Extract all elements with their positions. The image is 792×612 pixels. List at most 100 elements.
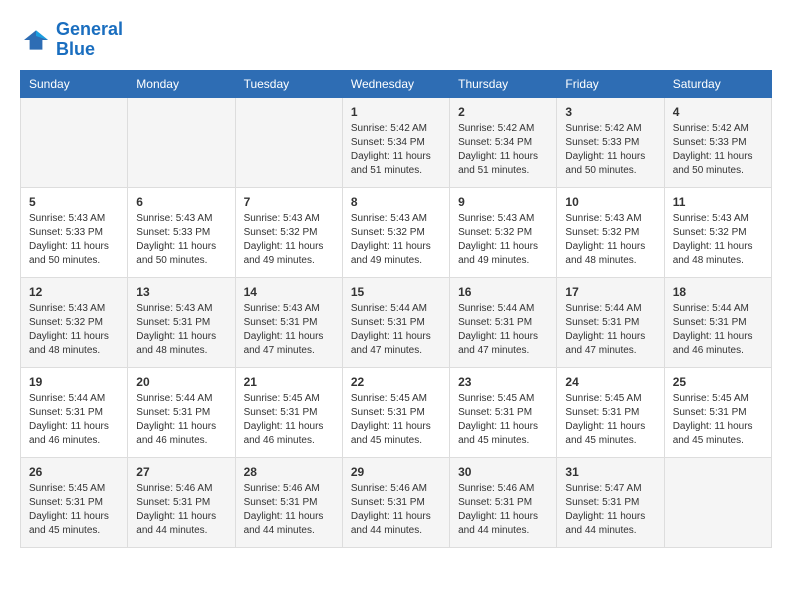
calendar-cell: 25Sunrise: 5:45 AM Sunset: 5:31 PM Dayli… bbox=[664, 367, 771, 457]
day-number: 13 bbox=[136, 284, 226, 301]
cell-info: Sunrise: 5:46 AM Sunset: 5:31 PM Dayligh… bbox=[351, 482, 441, 538]
day-number: 14 bbox=[244, 284, 334, 301]
cell-info: Sunrise: 5:43 AM Sunset: 5:32 PM Dayligh… bbox=[673, 212, 763, 268]
header-thursday: Thursday bbox=[450, 70, 557, 97]
day-number: 1 bbox=[351, 104, 441, 121]
calendar-cell bbox=[235, 97, 342, 187]
cell-info: Sunrise: 5:43 AM Sunset: 5:31 PM Dayligh… bbox=[136, 302, 226, 358]
cell-info: Sunrise: 5:44 AM Sunset: 5:31 PM Dayligh… bbox=[458, 302, 548, 358]
day-number: 28 bbox=[244, 464, 334, 481]
day-number: 7 bbox=[244, 194, 334, 211]
header-monday: Monday bbox=[128, 70, 235, 97]
calendar-cell: 5Sunrise: 5:43 AM Sunset: 5:33 PM Daylig… bbox=[21, 187, 128, 277]
calendar-cell: 16Sunrise: 5:44 AM Sunset: 5:31 PM Dayli… bbox=[450, 277, 557, 367]
calendar-header-row: SundayMondayTuesdayWednesdayThursdayFrid… bbox=[21, 70, 772, 97]
cell-info: Sunrise: 5:46 AM Sunset: 5:31 PM Dayligh… bbox=[458, 482, 548, 538]
header-saturday: Saturday bbox=[664, 70, 771, 97]
cell-info: Sunrise: 5:44 AM Sunset: 5:31 PM Dayligh… bbox=[351, 302, 441, 358]
day-number: 20 bbox=[136, 374, 226, 391]
calendar-table: SundayMondayTuesdayWednesdayThursdayFrid… bbox=[20, 70, 772, 548]
day-number: 12 bbox=[29, 284, 119, 301]
calendar-cell: 28Sunrise: 5:46 AM Sunset: 5:31 PM Dayli… bbox=[235, 457, 342, 547]
cell-info: Sunrise: 5:45 AM Sunset: 5:31 PM Dayligh… bbox=[351, 392, 441, 448]
week-row-5: 26Sunrise: 5:45 AM Sunset: 5:31 PM Dayli… bbox=[21, 457, 772, 547]
calendar-cell: 2Sunrise: 5:42 AM Sunset: 5:34 PM Daylig… bbox=[450, 97, 557, 187]
cell-info: Sunrise: 5:44 AM Sunset: 5:31 PM Dayligh… bbox=[29, 392, 119, 448]
day-number: 26 bbox=[29, 464, 119, 481]
cell-info: Sunrise: 5:44 AM Sunset: 5:31 PM Dayligh… bbox=[673, 302, 763, 358]
calendar-cell: 20Sunrise: 5:44 AM Sunset: 5:31 PM Dayli… bbox=[128, 367, 235, 457]
calendar-cell bbox=[128, 97, 235, 187]
day-number: 9 bbox=[458, 194, 548, 211]
calendar-cell: 3Sunrise: 5:42 AM Sunset: 5:33 PM Daylig… bbox=[557, 97, 664, 187]
day-number: 30 bbox=[458, 464, 548, 481]
day-number: 23 bbox=[458, 374, 548, 391]
calendar-cell: 26Sunrise: 5:45 AM Sunset: 5:31 PM Dayli… bbox=[21, 457, 128, 547]
calendar-cell: 4Sunrise: 5:42 AM Sunset: 5:33 PM Daylig… bbox=[664, 97, 771, 187]
calendar-cell: 29Sunrise: 5:46 AM Sunset: 5:31 PM Dayli… bbox=[342, 457, 449, 547]
week-row-4: 19Sunrise: 5:44 AM Sunset: 5:31 PM Dayli… bbox=[21, 367, 772, 457]
calendar-cell: 18Sunrise: 5:44 AM Sunset: 5:31 PM Dayli… bbox=[664, 277, 771, 367]
cell-info: Sunrise: 5:47 AM Sunset: 5:31 PM Dayligh… bbox=[565, 482, 655, 538]
cell-info: Sunrise: 5:43 AM Sunset: 5:33 PM Dayligh… bbox=[136, 212, 226, 268]
week-row-3: 12Sunrise: 5:43 AM Sunset: 5:32 PM Dayli… bbox=[21, 277, 772, 367]
calendar-cell bbox=[664, 457, 771, 547]
day-number: 6 bbox=[136, 194, 226, 211]
cell-info: Sunrise: 5:45 AM Sunset: 5:31 PM Dayligh… bbox=[29, 482, 119, 538]
day-number: 24 bbox=[565, 374, 655, 391]
day-number: 22 bbox=[351, 374, 441, 391]
calendar-cell bbox=[21, 97, 128, 187]
calendar-cell: 8Sunrise: 5:43 AM Sunset: 5:32 PM Daylig… bbox=[342, 187, 449, 277]
calendar-cell: 9Sunrise: 5:43 AM Sunset: 5:32 PM Daylig… bbox=[450, 187, 557, 277]
calendar-cell: 7Sunrise: 5:43 AM Sunset: 5:32 PM Daylig… bbox=[235, 187, 342, 277]
header-wednesday: Wednesday bbox=[342, 70, 449, 97]
calendar-cell: 30Sunrise: 5:46 AM Sunset: 5:31 PM Dayli… bbox=[450, 457, 557, 547]
week-row-2: 5Sunrise: 5:43 AM Sunset: 5:33 PM Daylig… bbox=[21, 187, 772, 277]
day-number: 2 bbox=[458, 104, 548, 121]
calendar-cell: 27Sunrise: 5:46 AM Sunset: 5:31 PM Dayli… bbox=[128, 457, 235, 547]
cell-info: Sunrise: 5:42 AM Sunset: 5:34 PM Dayligh… bbox=[458, 122, 548, 178]
day-number: 16 bbox=[458, 284, 548, 301]
cell-info: Sunrise: 5:44 AM Sunset: 5:31 PM Dayligh… bbox=[136, 392, 226, 448]
calendar-cell: 10Sunrise: 5:43 AM Sunset: 5:32 PM Dayli… bbox=[557, 187, 664, 277]
calendar-cell: 31Sunrise: 5:47 AM Sunset: 5:31 PM Dayli… bbox=[557, 457, 664, 547]
logo-icon bbox=[20, 24, 52, 56]
cell-info: Sunrise: 5:45 AM Sunset: 5:31 PM Dayligh… bbox=[673, 392, 763, 448]
week-row-1: 1Sunrise: 5:42 AM Sunset: 5:34 PM Daylig… bbox=[21, 97, 772, 187]
header-tuesday: Tuesday bbox=[235, 70, 342, 97]
day-number: 4 bbox=[673, 104, 763, 121]
cell-info: Sunrise: 5:42 AM Sunset: 5:34 PM Dayligh… bbox=[351, 122, 441, 178]
calendar-cell: 19Sunrise: 5:44 AM Sunset: 5:31 PM Dayli… bbox=[21, 367, 128, 457]
calendar-cell: 13Sunrise: 5:43 AM Sunset: 5:31 PM Dayli… bbox=[128, 277, 235, 367]
calendar-cell: 24Sunrise: 5:45 AM Sunset: 5:31 PM Dayli… bbox=[557, 367, 664, 457]
header-friday: Friday bbox=[557, 70, 664, 97]
day-number: 29 bbox=[351, 464, 441, 481]
cell-info: Sunrise: 5:43 AM Sunset: 5:32 PM Dayligh… bbox=[565, 212, 655, 268]
day-number: 27 bbox=[136, 464, 226, 481]
calendar-cell: 21Sunrise: 5:45 AM Sunset: 5:31 PM Dayli… bbox=[235, 367, 342, 457]
cell-info: Sunrise: 5:43 AM Sunset: 5:32 PM Dayligh… bbox=[458, 212, 548, 268]
cell-info: Sunrise: 5:46 AM Sunset: 5:31 PM Dayligh… bbox=[244, 482, 334, 538]
cell-info: Sunrise: 5:43 AM Sunset: 5:33 PM Dayligh… bbox=[29, 212, 119, 268]
cell-info: Sunrise: 5:43 AM Sunset: 5:31 PM Dayligh… bbox=[244, 302, 334, 358]
calendar-cell: 6Sunrise: 5:43 AM Sunset: 5:33 PM Daylig… bbox=[128, 187, 235, 277]
day-number: 8 bbox=[351, 194, 441, 211]
day-number: 10 bbox=[565, 194, 655, 211]
calendar-cell: 17Sunrise: 5:44 AM Sunset: 5:31 PM Dayli… bbox=[557, 277, 664, 367]
calendar-cell: 11Sunrise: 5:43 AM Sunset: 5:32 PM Dayli… bbox=[664, 187, 771, 277]
page-header: GeneralBlue bbox=[20, 20, 772, 60]
logo-text: GeneralBlue bbox=[56, 20, 123, 60]
day-number: 19 bbox=[29, 374, 119, 391]
cell-info: Sunrise: 5:43 AM Sunset: 5:32 PM Dayligh… bbox=[351, 212, 441, 268]
calendar-cell: 1Sunrise: 5:42 AM Sunset: 5:34 PM Daylig… bbox=[342, 97, 449, 187]
cell-info: Sunrise: 5:43 AM Sunset: 5:32 PM Dayligh… bbox=[244, 212, 334, 268]
day-number: 17 bbox=[565, 284, 655, 301]
logo: GeneralBlue bbox=[20, 20, 123, 60]
cell-info: Sunrise: 5:44 AM Sunset: 5:31 PM Dayligh… bbox=[565, 302, 655, 358]
day-number: 18 bbox=[673, 284, 763, 301]
calendar-cell: 12Sunrise: 5:43 AM Sunset: 5:32 PM Dayli… bbox=[21, 277, 128, 367]
cell-info: Sunrise: 5:45 AM Sunset: 5:31 PM Dayligh… bbox=[244, 392, 334, 448]
cell-info: Sunrise: 5:42 AM Sunset: 5:33 PM Dayligh… bbox=[673, 122, 763, 178]
cell-info: Sunrise: 5:42 AM Sunset: 5:33 PM Dayligh… bbox=[565, 122, 655, 178]
calendar-cell: 22Sunrise: 5:45 AM Sunset: 5:31 PM Dayli… bbox=[342, 367, 449, 457]
